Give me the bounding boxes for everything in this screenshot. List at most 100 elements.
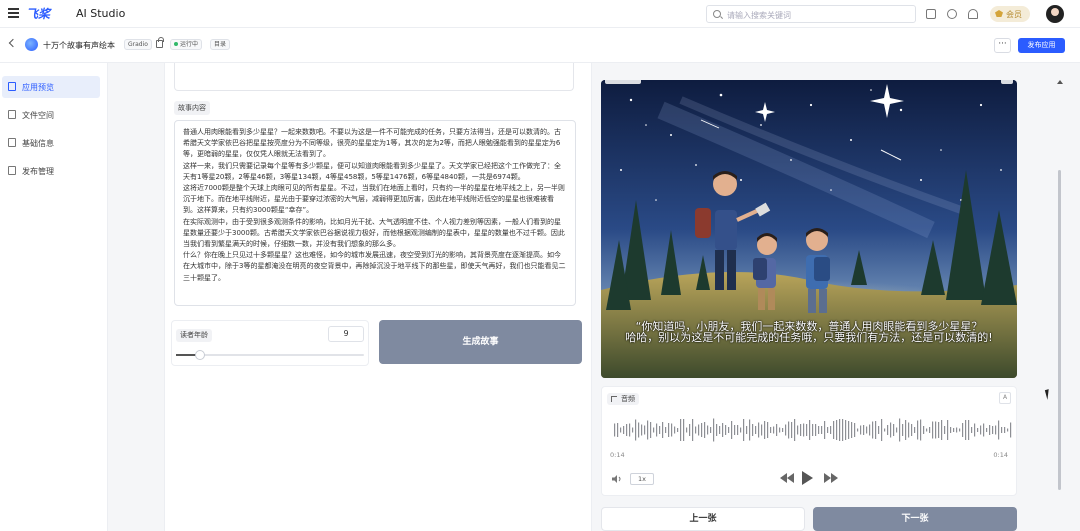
story-paragraph: 这将近7000颗是整个天球上肉眼可见的所有星星。不过，当我们在地面上看时，只有约… bbox=[183, 184, 565, 215]
waveform-bar bbox=[629, 423, 631, 437]
slider-handle[interactable] bbox=[195, 350, 205, 360]
waveform-bar bbox=[692, 419, 694, 441]
waveform-bar bbox=[791, 422, 793, 438]
sidebar-item-info[interactable]: 基础信息 bbox=[2, 132, 100, 154]
waveform-bar bbox=[722, 423, 724, 437]
waveform-bar bbox=[785, 424, 787, 436]
waveform-bar bbox=[839, 419, 841, 441]
vip-badge[interactable]: 会员 bbox=[990, 6, 1030, 22]
previous-input-field[interactable] bbox=[174, 63, 574, 91]
monitor-icon[interactable] bbox=[926, 9, 936, 19]
waveform-bar bbox=[806, 424, 808, 436]
sidebar-item-files[interactable]: 文件空间 bbox=[2, 104, 100, 126]
reader-age-slider[interactable] bbox=[176, 350, 364, 360]
user-avatar[interactable] bbox=[1046, 5, 1064, 23]
story-paragraph: 普通人用肉眼能看到多少星星？一起来数数吧。不要以为这是一件不可能完成的任务，只要… bbox=[183, 128, 561, 159]
back-arrow-icon[interactable] bbox=[8, 38, 18, 48]
menu-icon[interactable] bbox=[8, 8, 19, 18]
waveform-bar bbox=[800, 424, 802, 436]
publish-icon bbox=[8, 166, 16, 175]
lock-icon bbox=[156, 37, 164, 48]
previous-page-button[interactable]: 上一张 bbox=[601, 507, 805, 531]
waveform-bar bbox=[803, 423, 805, 437]
waveform-bar bbox=[929, 427, 931, 433]
story-content-textarea[interactable]: 普通人用肉眼能看到多少星星？一起来数数吧。不要以为这是一件不可能完成的任务，只要… bbox=[174, 120, 576, 306]
fast-forward-icon[interactable] bbox=[824, 473, 838, 483]
waveform-bar bbox=[668, 423, 670, 437]
waveform-bar bbox=[794, 419, 796, 441]
waveform-bar bbox=[893, 424, 895, 436]
reader-age-label: 读者年龄 bbox=[176, 329, 212, 342]
waveform-bar bbox=[635, 419, 637, 441]
top-navbar: 飞桨 AI Studio 请输入搜索关键词 会员 bbox=[0, 0, 1080, 28]
waveform-bar bbox=[842, 419, 844, 441]
audio-label: 音频 bbox=[607, 393, 639, 405]
sidebar-item-preview[interactable]: 应用预览 bbox=[2, 76, 100, 98]
more-options-button[interactable]: ··· bbox=[994, 38, 1011, 53]
waveform-bar bbox=[653, 427, 655, 433]
waveform-bar bbox=[701, 423, 703, 437]
waveform-bar bbox=[761, 424, 763, 436]
waveform-bar bbox=[884, 428, 886, 432]
waveform-bar bbox=[740, 427, 742, 433]
reader-age-input[interactable]: 9 bbox=[328, 326, 364, 342]
volume-icon[interactable] bbox=[612, 475, 622, 483]
waveform-bar bbox=[938, 422, 940, 438]
waveform-bar bbox=[962, 423, 964, 437]
help-icon[interactable] bbox=[947, 9, 957, 19]
waveform-bar bbox=[614, 423, 616, 437]
playback-rate-button[interactable]: 1x bbox=[630, 473, 654, 485]
catalog-button[interactable]: 目录 bbox=[210, 39, 231, 50]
waveform-bar bbox=[716, 424, 718, 436]
waveform-bar bbox=[833, 421, 835, 439]
page-scrollbar[interactable] bbox=[1056, 80, 1064, 500]
play-icon[interactable] bbox=[802, 471, 813, 485]
waveform-bar bbox=[641, 424, 643, 436]
paddle-logo[interactable]: 飞桨 bbox=[26, 5, 50, 22]
waveform-bar bbox=[845, 420, 847, 440]
generate-story-button[interactable]: 生成故事 bbox=[379, 320, 582, 364]
waveform-bar bbox=[671, 423, 673, 437]
download-audio-icon[interactable]: A bbox=[999, 392, 1011, 404]
story-illustration: “你知道吗，小朋友，我们一起来数数，普通人用肉眼能看到多少星星？ 哈哈，别以为这… bbox=[601, 80, 1017, 378]
audio-waveform[interactable] bbox=[612, 417, 1012, 443]
waveform-bar bbox=[776, 424, 778, 436]
vip-label: 会员 bbox=[1006, 10, 1022, 19]
search-input[interactable]: 请输入搜索关键词 bbox=[706, 5, 916, 23]
diamond-icon bbox=[995, 10, 1003, 17]
image-download-icon[interactable] bbox=[1001, 80, 1013, 84]
waveform-bar bbox=[695, 426, 697, 434]
waveform-bar bbox=[626, 424, 628, 436]
waveform-bar bbox=[920, 419, 922, 441]
waveform-bar bbox=[821, 426, 823, 434]
waveform-bar bbox=[953, 428, 955, 432]
waveform-bar bbox=[680, 419, 682, 441]
waveform-bar bbox=[746, 426, 748, 434]
sidebar-item-label: 应用预览 bbox=[22, 83, 54, 92]
waveform-bar bbox=[854, 423, 856, 437]
publish-app-button[interactable]: 发布应用 bbox=[1018, 38, 1065, 53]
waveform-bar bbox=[818, 426, 820, 434]
bell-icon[interactable] bbox=[968, 9, 978, 19]
waveform-bar bbox=[638, 422, 640, 438]
waveform-bar bbox=[899, 418, 901, 442]
scroll-up-arrow-icon[interactable] bbox=[1057, 80, 1063, 84]
waveform-bar bbox=[923, 426, 925, 434]
scrollbar-thumb[interactable] bbox=[1058, 170, 1061, 490]
waveform-bar bbox=[878, 426, 880, 434]
story-paragraph: 这样一来，我们只需要记录每个星等有多少颗星，便可以知道肉眼能看到多少星星了。天文… bbox=[183, 161, 561, 181]
search-placeholder: 请输入搜索关键词 bbox=[727, 11, 791, 20]
waveform-bar bbox=[686, 427, 688, 433]
waveform-bar bbox=[881, 419, 883, 441]
waveform-bar bbox=[869, 424, 871, 436]
waveform-bar bbox=[677, 428, 679, 432]
rewind-icon[interactable] bbox=[780, 473, 794, 483]
waveform-bar bbox=[905, 420, 907, 440]
waveform-bar bbox=[830, 426, 832, 434]
app-title[interactable]: AI Studio bbox=[76, 7, 125, 20]
next-page-button[interactable]: 下一张 bbox=[813, 507, 1017, 531]
waveform-bar bbox=[827, 427, 829, 433]
status-text: 运行中 bbox=[180, 41, 199, 48]
waveform-bar bbox=[665, 427, 667, 433]
sidebar-item-publish[interactable]: 发布管理 bbox=[2, 160, 100, 182]
